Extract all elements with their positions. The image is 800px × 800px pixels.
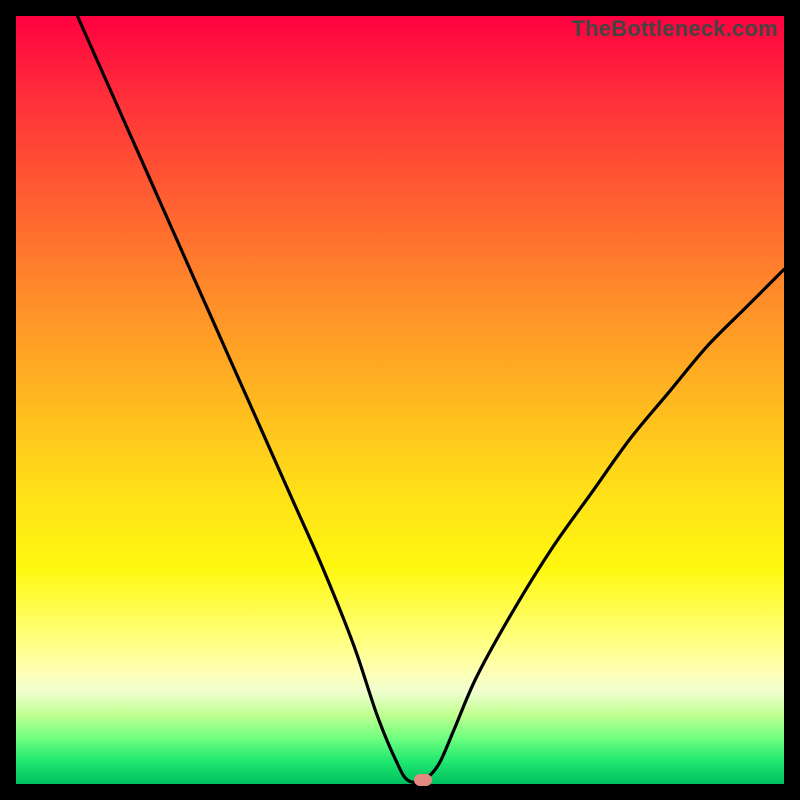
chart-frame: TheBottleneck.com	[0, 0, 800, 800]
plot-area: TheBottleneck.com	[16, 16, 784, 784]
optimal-point-marker	[414, 774, 432, 786]
bottleneck-curve	[16, 16, 784, 784]
curve-path	[77, 16, 784, 782]
